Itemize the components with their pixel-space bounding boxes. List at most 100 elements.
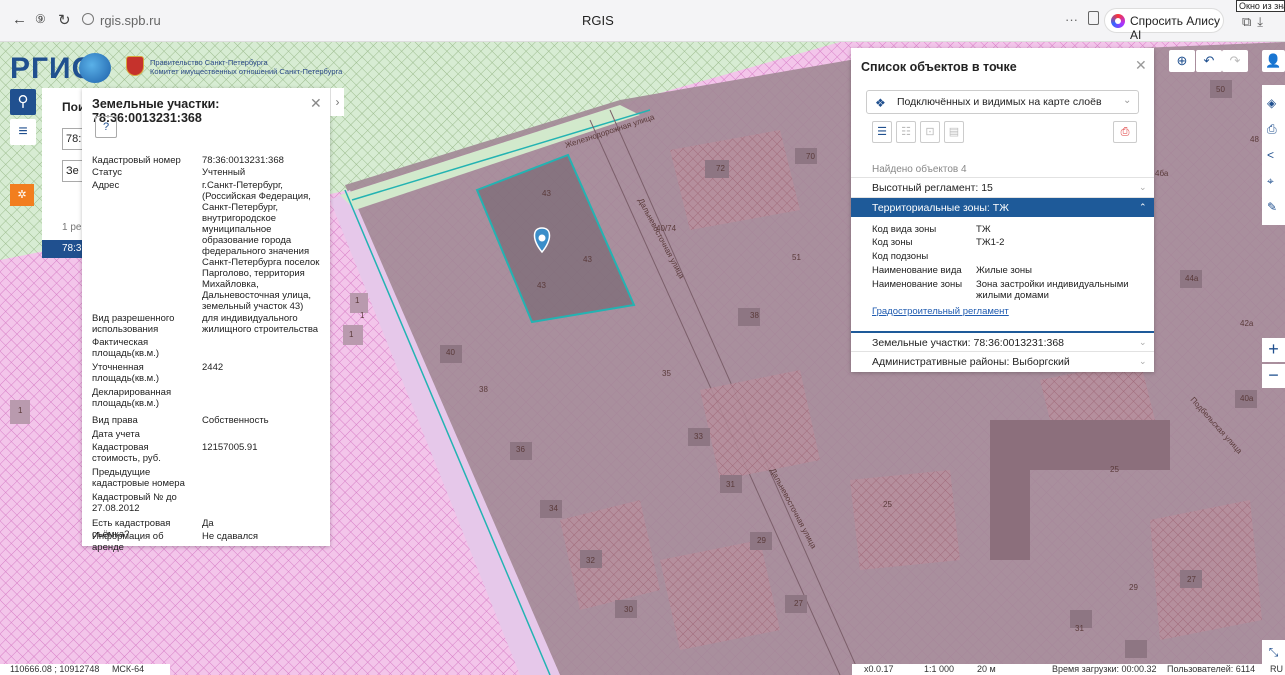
distance-value: 20 м bbox=[977, 664, 996, 674]
close-icon[interactable]: ✕ bbox=[1135, 57, 1147, 74]
fullscreen-icon[interactable]: ⤡ bbox=[1262, 640, 1285, 664]
gov-line2: Комитет имущественных отношений Санкт-Пе… bbox=[150, 67, 343, 76]
zoom-out-button[interactable]: − bbox=[1262, 364, 1285, 388]
attr-value: для индивидуального жилищного строительс… bbox=[202, 313, 319, 335]
attr-value: Учтенный bbox=[202, 167, 246, 178]
result-label: Земельные участки: 78:36:0013231:368 bbox=[872, 337, 1065, 349]
map-label: 35 bbox=[662, 369, 671, 378]
more-icon[interactable]: ··· bbox=[1065, 12, 1078, 27]
coordinates-bar: 110666.08 ; 10912748 МСК-64 bbox=[0, 664, 170, 675]
map-label: 31 bbox=[726, 480, 735, 489]
attr-key: Предыдущие кадастровые номера bbox=[92, 467, 185, 489]
list-view-icon[interactable]: ☰ bbox=[872, 121, 892, 143]
share-icon[interactable]: < bbox=[1267, 148, 1274, 162]
globe-icon[interactable]: ⊕ bbox=[1169, 50, 1195, 72]
layers-icon: ❖ bbox=[875, 96, 886, 110]
layers-icon[interactable]: ◈ bbox=[1267, 96, 1276, 110]
map-label: 43 bbox=[583, 255, 592, 264]
attr-key: Кадастровый № до 27.08.2012 bbox=[92, 492, 177, 514]
menu-button[interactable]: ≡ bbox=[10, 119, 36, 145]
map-label: 25 bbox=[1110, 465, 1119, 474]
result-label: Территориальные зоны: ТЖ bbox=[872, 202, 1009, 214]
result-label: Административные районы: Выборгский bbox=[872, 356, 1070, 368]
alisa-label: Спросить Алису AI bbox=[1130, 14, 1221, 42]
chevron-right-icon[interactable]: › bbox=[330, 88, 344, 116]
undo-icon[interactable]: ↶ bbox=[1196, 50, 1222, 72]
regulation-link[interactable]: Градостроительный регламент bbox=[872, 306, 1009, 317]
result-row-zone[interactable]: Территориальные зоны: ТЖ ⌃ bbox=[851, 197, 1154, 217]
result-label: Высотный регламент: 15 bbox=[872, 182, 993, 194]
status-bar: x0.0.17 1:1 000 20 м Время загрузки: 00:… bbox=[852, 664, 1285, 675]
zone-attr-key: Код зоны bbox=[872, 237, 913, 248]
back-icon[interactable]: ← bbox=[12, 11, 27, 28]
document-icon[interactable]: ? bbox=[95, 116, 117, 138]
history-icon[interactable]: ⑨ bbox=[35, 12, 46, 26]
chevron-down-icon: ⌄ bbox=[1123, 95, 1132, 106]
map-label: 1 bbox=[355, 296, 360, 305]
map-label: 50 bbox=[1216, 85, 1225, 94]
results-count: 1 ре bbox=[62, 222, 82, 233]
map-label: 27 bbox=[1187, 575, 1196, 584]
zoom-in-button[interactable]: + bbox=[1262, 338, 1285, 362]
zone-attr-value: Жилые зоны bbox=[976, 265, 1032, 276]
rgis-globe-icon bbox=[79, 53, 111, 83]
parcel-title: Земельные участки: 78:36:0013231:368 bbox=[92, 97, 220, 125]
close-icon[interactable]: ✕ bbox=[310, 95, 322, 112]
map-label: 1 bbox=[349, 330, 354, 339]
coordinates: 110666.08 ; 10912748 bbox=[10, 664, 100, 674]
map-label: 29 bbox=[1129, 583, 1138, 592]
result-row-height[interactable]: Высотный регламент: 15 ⌄ bbox=[851, 177, 1154, 197]
table-view-icon[interactable]: ☷ bbox=[896, 121, 916, 143]
map-label: 40а bbox=[1240, 394, 1254, 403]
map-label: 43 bbox=[542, 189, 551, 198]
user-icon[interactable]: 👤 bbox=[1262, 50, 1285, 72]
flag-button[interactable]: ✲ bbox=[10, 184, 34, 206]
users-count: Пользователей: 6114 bbox=[1167, 664, 1256, 674]
print-icon[interactable]: ⎙ bbox=[1267, 122, 1277, 137]
map-label: 38 bbox=[750, 311, 759, 320]
attr-key: Уточненная площадь(кв.м.) bbox=[92, 362, 160, 384]
attr-value: 12157005.91 bbox=[202, 442, 258, 453]
map-label: 33 bbox=[694, 432, 703, 441]
result-row-parcel[interactable]: Земельные участки: 78:36:0013231:368 ⌄ bbox=[851, 331, 1154, 351]
map-label: 70 bbox=[806, 152, 815, 161]
result-row-district[interactable]: Административные районы: Выборгский ⌄ bbox=[851, 351, 1154, 371]
map-label: 30 bbox=[624, 605, 633, 614]
alisa-button[interactable]: Спросить Алису AI bbox=[1104, 8, 1224, 42]
attr-key: Вид разрешенного использования bbox=[92, 313, 175, 335]
select-icon[interactable]: ⊡ bbox=[920, 121, 940, 143]
zone-attr-key: Наименование вида bbox=[872, 265, 962, 276]
redo-icon[interactable]: ↷ bbox=[1222, 50, 1248, 72]
found-count: Найдено объектов 4 bbox=[872, 164, 967, 175]
zone-attr-key: Код подзоны bbox=[872, 251, 929, 262]
pencil-icon[interactable]: ✎ bbox=[1267, 200, 1277, 214]
address-bar[interactable]: rgis.spb.ru bbox=[100, 13, 161, 28]
load-time: Время загрузки: 00:00.32 bbox=[1052, 664, 1157, 674]
bookmark-icon[interactable] bbox=[1088, 11, 1099, 25]
attr-value: 78:36:0013231:368 bbox=[202, 155, 284, 166]
search-tool-button[interactable]: ⚲ bbox=[10, 89, 36, 115]
language[interactable]: RU bbox=[1270, 664, 1283, 675]
tooltip: Окно из значе bbox=[1236, 0, 1285, 12]
download-icon[interactable]: ⧉⤓ bbox=[1242, 14, 1269, 30]
reload-icon[interactable]: ↻ bbox=[58, 11, 71, 29]
chevron-up-icon: ⌃ bbox=[1139, 202, 1147, 212]
pdf-export-icon[interactable]: ⎙ bbox=[1113, 121, 1137, 143]
map-label: 51 bbox=[792, 253, 801, 262]
layer-scope-select[interactable]: ❖ Подключённых и видимых на карте слоёв … bbox=[866, 90, 1139, 114]
doc-icon[interactable]: ▤ bbox=[944, 121, 964, 143]
scale-value[interactable]: 1:1 000 bbox=[924, 664, 954, 675]
map-label: 43 bbox=[537, 281, 546, 290]
chevron-down-icon: ⌄ bbox=[1139, 337, 1147, 347]
hamburger-icon: ≡ bbox=[18, 123, 28, 140]
attr-key: Информация об аренде bbox=[92, 531, 164, 553]
parcel-info-panel: Земельные участки: 78:36:0013231:368 ✕ ?… bbox=[82, 88, 330, 553]
attr-key: Адрес bbox=[92, 180, 120, 191]
attr-value: Да bbox=[202, 518, 214, 529]
attr-value: Не сдавался bbox=[202, 531, 259, 542]
marker-icon[interactable]: ⌖ bbox=[1267, 174, 1274, 189]
alisa-icon bbox=[1111, 14, 1125, 28]
site-info-icon[interactable] bbox=[82, 13, 94, 25]
chevron-down-icon: ⌄ bbox=[1139, 356, 1147, 366]
search-icon: ⚲ bbox=[17, 93, 29, 110]
